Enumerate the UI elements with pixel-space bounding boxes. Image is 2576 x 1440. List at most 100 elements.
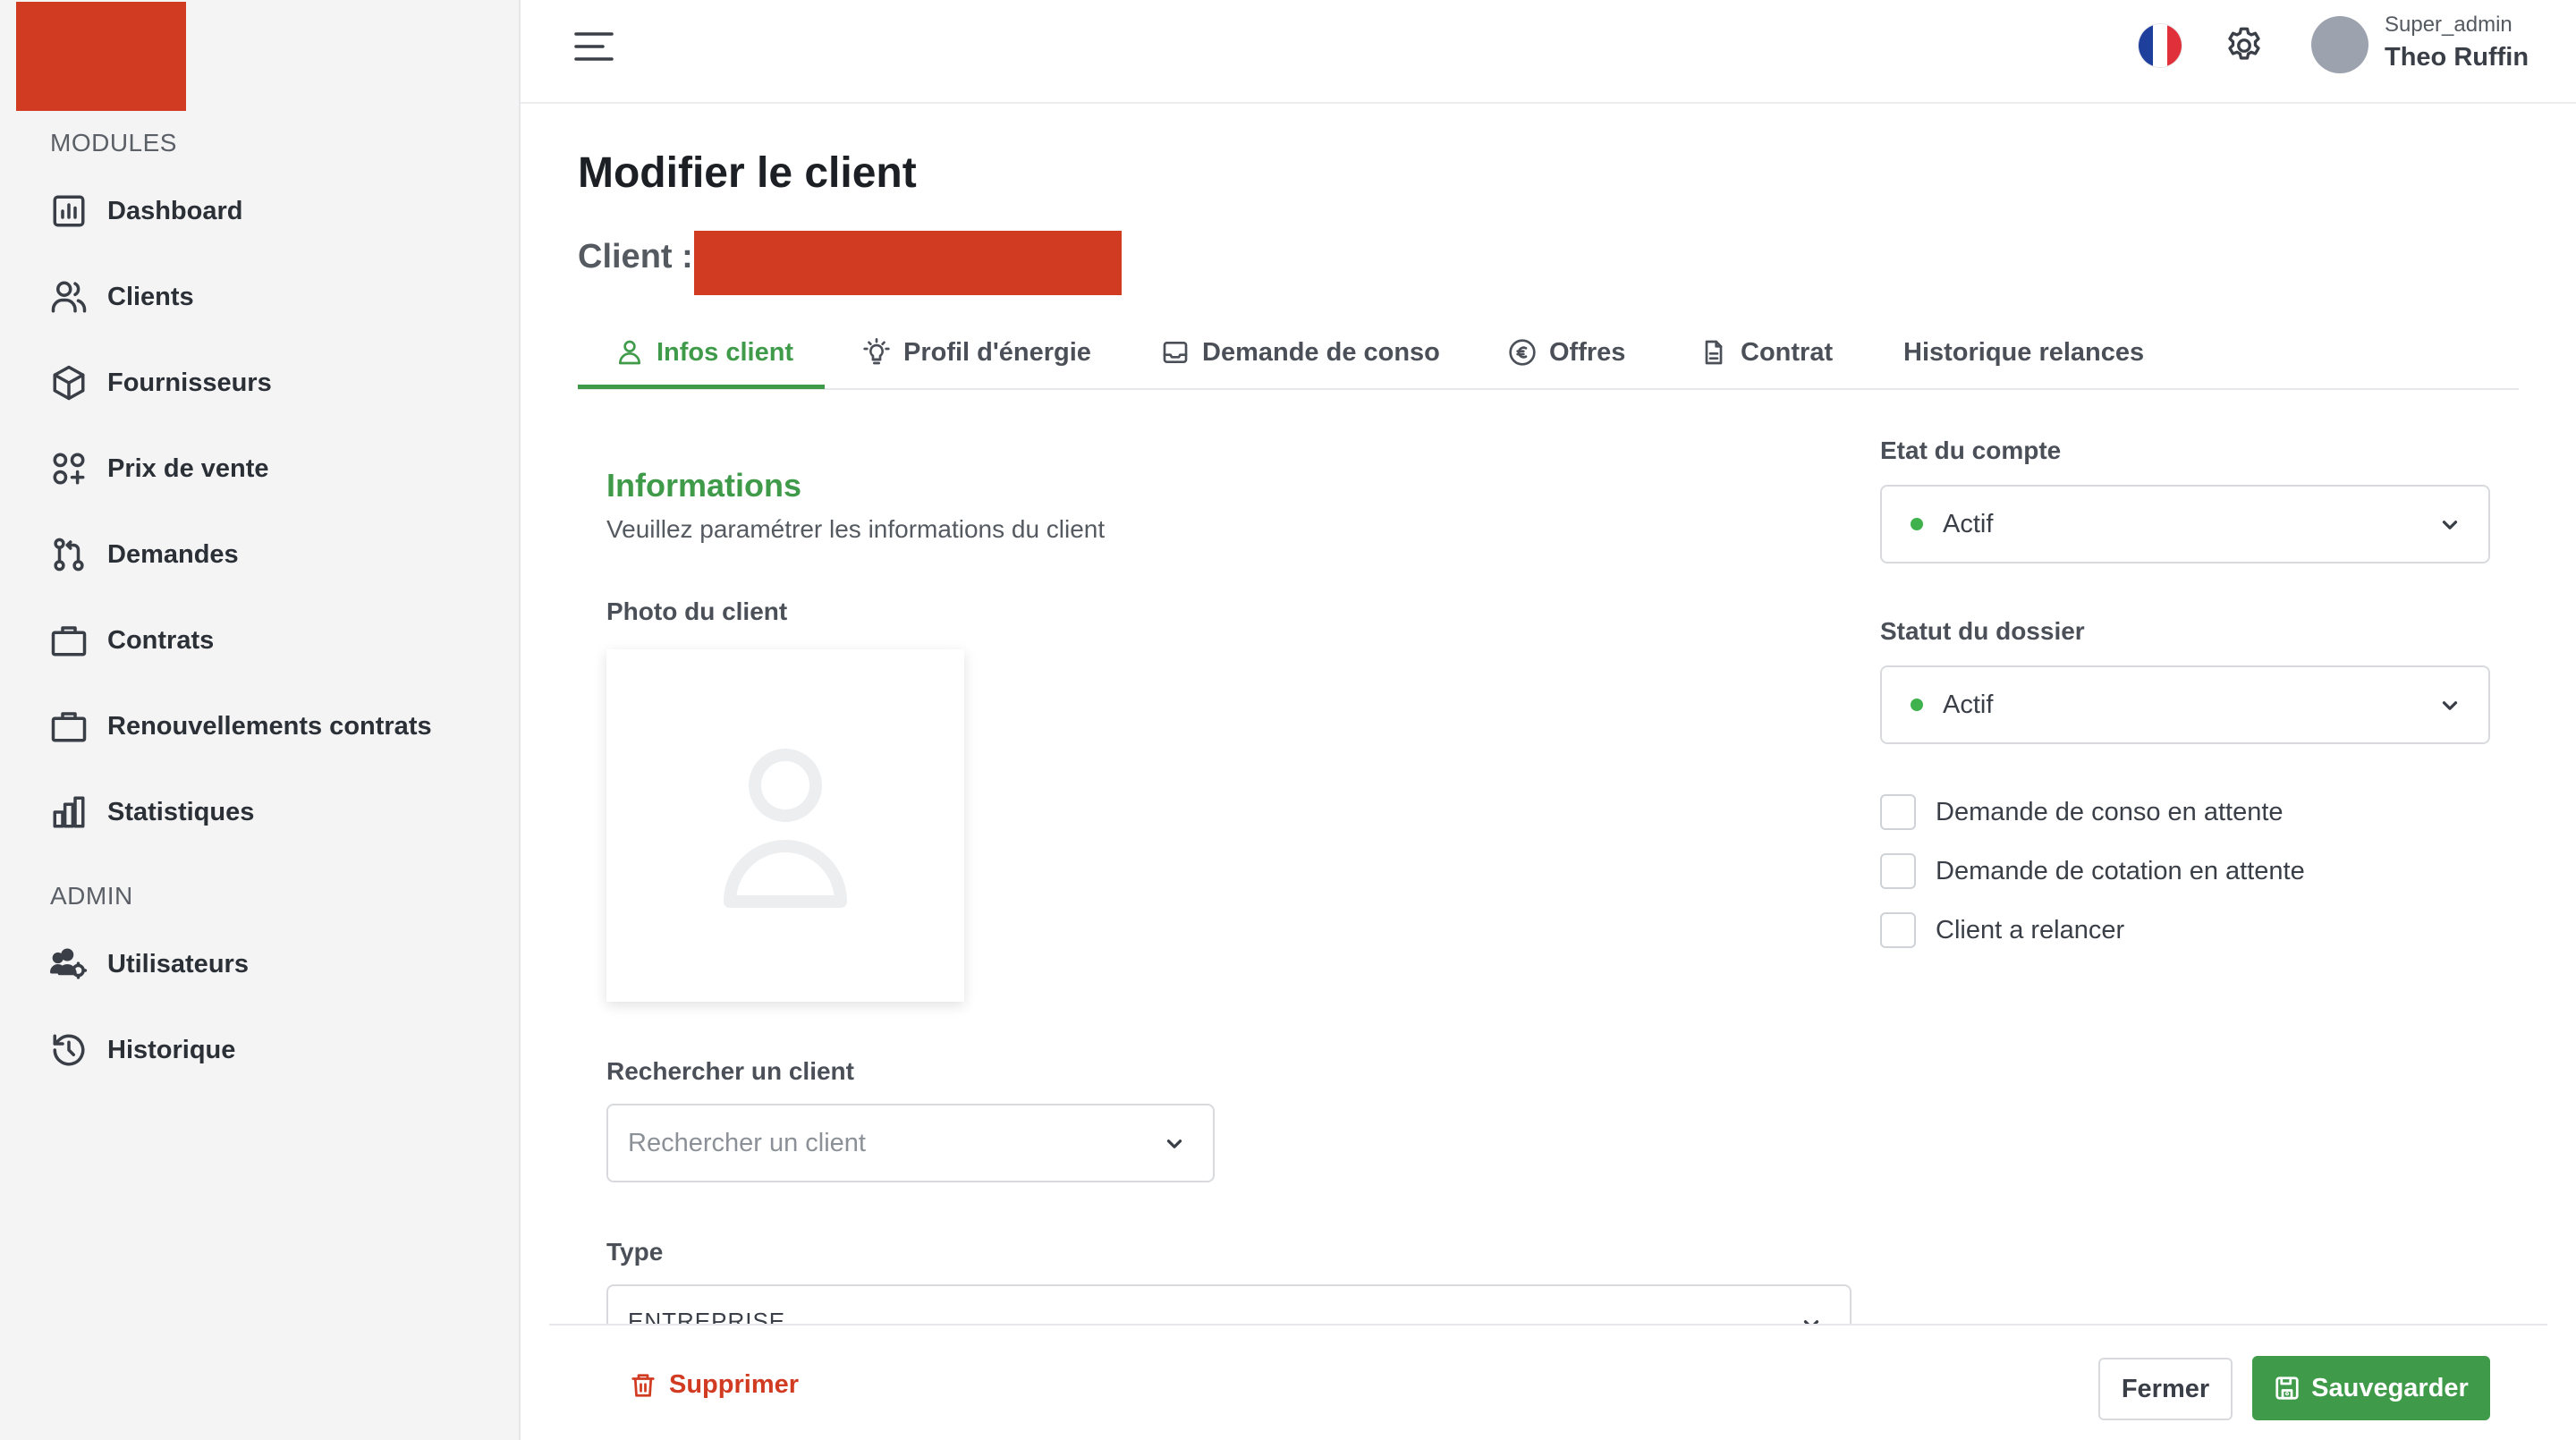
save-label: Sauvegarder bbox=[2311, 1373, 2469, 1402]
section-label-admin: ADMIN bbox=[50, 882, 133, 910]
chevron-down-icon bbox=[1166, 1139, 1182, 1148]
sidebar: MODULES Dashboard Clients Fournisseurs P… bbox=[0, 0, 521, 1440]
account-state-select[interactable]: Actif bbox=[1880, 485, 2490, 563]
grid-plus-icon bbox=[53, 453, 85, 485]
user-name[interactable]: Theo Ruffin bbox=[2385, 43, 2529, 72]
tab-historique-relances[interactable]: Historique relances bbox=[1903, 315, 2144, 390]
section-subtitle: Veuillez paramétrer les informations du … bbox=[606, 515, 1106, 543]
sidebar-item-label: Clients bbox=[107, 282, 194, 311]
tab-bar: Infos client Profil d'énergie Demande de… bbox=[578, 315, 2519, 390]
dashboard-icon bbox=[53, 195, 85, 227]
briefcase-icon bbox=[51, 712, 87, 742]
chevron-down-icon bbox=[2442, 521, 2458, 529]
user-icon bbox=[619, 340, 640, 365]
menu-icon[interactable] bbox=[572, 29, 617, 64]
file-status-value: Actif bbox=[1943, 690, 1994, 719]
sidebar-item-label: Fournisseurs bbox=[107, 368, 272, 397]
sidebar-item-label: Statistiques bbox=[107, 797, 255, 826]
tab-contrat[interactable]: Contrat bbox=[1699, 315, 1833, 390]
tab-label: Historique relances bbox=[1903, 337, 2145, 367]
tab-offres[interactable]: Offres bbox=[1508, 315, 1625, 390]
checkbox-box[interactable] bbox=[1880, 912, 1916, 948]
logo[interactable] bbox=[16, 2, 186, 111]
checkbox-box[interactable] bbox=[1880, 853, 1916, 889]
lightbulb-icon bbox=[863, 338, 890, 365]
search-client-placeholder: Rechercher un client bbox=[628, 1128, 866, 1157]
close-button[interactable]: Fermer bbox=[2098, 1358, 2233, 1420]
save-button[interactable]: Sauvegarder bbox=[2252, 1356, 2490, 1420]
checkbox-label: Demande de cotation en attente bbox=[1936, 856, 2305, 885]
tab-label: Contrat bbox=[1741, 337, 1834, 367]
sidebar-item-prix-de-vente[interactable]: Prix de vente bbox=[50, 444, 497, 494]
bar-chart-icon bbox=[53, 796, 85, 828]
delete-label: Supprimer bbox=[669, 1370, 800, 1399]
client-name-redacted bbox=[694, 231, 1122, 295]
section-label-modules: MODULES bbox=[50, 129, 177, 157]
checkbox-demande-conso-attente[interactable]: Demande de conso en attente bbox=[1880, 794, 2284, 830]
sidebar-item-label: Demandes bbox=[107, 539, 239, 569]
tab-label: Offres bbox=[1549, 337, 1626, 367]
sidebar-item-renouvellements-contrats[interactable]: Renouvellements contrats bbox=[50, 701, 497, 751]
history-icon bbox=[53, 1034, 85, 1066]
avatar[interactable] bbox=[2311, 16, 2368, 73]
checkbox-demande-cotation-attente[interactable]: Demande de cotation en attente bbox=[1880, 853, 2305, 889]
tab-label: Demande de conso bbox=[1202, 337, 1440, 367]
checkbox-label: Client a relancer bbox=[1936, 915, 2125, 944]
sidebar-item-historique[interactable]: Historique bbox=[50, 1025, 497, 1075]
sidebar-item-demandes[interactable]: Demandes bbox=[50, 529, 497, 580]
search-client-select[interactable]: Rechercher un client bbox=[606, 1104, 1215, 1182]
briefcase-icon bbox=[51, 626, 87, 656]
tab-infos-client[interactable]: Infos client bbox=[615, 315, 793, 390]
checkbox-client-a-relancer[interactable]: Client a relancer bbox=[1880, 912, 2124, 948]
sidebar-item-utilisateurs[interactable]: Utilisateurs bbox=[50, 939, 497, 989]
tab-label: Profil d'énergie bbox=[903, 337, 1091, 367]
users-icon bbox=[51, 281, 87, 313]
chevron-down-icon bbox=[2442, 701, 2458, 710]
type-label: Type bbox=[606, 1238, 664, 1266]
sidebar-item-label: Renouvellements contrats bbox=[107, 711, 432, 741]
page-title: Modifier le client bbox=[578, 149, 917, 197]
sidebar-item-statistiques[interactable]: Statistiques bbox=[50, 787, 497, 837]
client-photo-upload[interactable] bbox=[606, 649, 964, 1002]
user-placeholder-icon bbox=[724, 749, 847, 908]
photo-label: Photo du client bbox=[606, 597, 788, 625]
sidebar-item-clients[interactable]: Clients bbox=[50, 272, 497, 322]
box-icon bbox=[53, 365, 85, 401]
save-icon bbox=[2275, 1376, 2299, 1400]
sidebar-item-contrats[interactable]: Contrats bbox=[50, 615, 497, 665]
active-tab-indicator bbox=[578, 385, 825, 389]
checkbox-box[interactable] bbox=[1880, 794, 1916, 830]
tab-label: Infos client bbox=[657, 337, 794, 367]
euro-icon bbox=[1509, 339, 1536, 366]
form-footer: Supprimer Fermer Sauvegarder bbox=[549, 1324, 2547, 1440]
tab-demande-de-conso[interactable]: Demande de conso bbox=[1161, 315, 1440, 390]
document-icon bbox=[1705, 340, 1723, 365]
file-status-label: Statut du dossier bbox=[1880, 617, 2085, 645]
inbox-icon bbox=[1163, 342, 1188, 363]
search-client-label: Rechercher un client bbox=[606, 1057, 854, 1085]
france-flag-icon[interactable] bbox=[2138, 23, 2182, 68]
account-state-label: Etat du compte bbox=[1880, 436, 2062, 464]
section-title-informations: Informations bbox=[606, 467, 802, 504]
client-label: Client : bbox=[578, 238, 693, 275]
users-cog-icon bbox=[50, 948, 88, 979]
sidebar-item-label: Dashboard bbox=[107, 196, 243, 225]
sidebar-item-label: Historique bbox=[107, 1035, 236, 1064]
sidebar-item-label: Prix de vente bbox=[107, 453, 269, 483]
gear-icon[interactable] bbox=[2222, 23, 2267, 68]
sidebar-item-dashboard[interactable]: Dashboard bbox=[50, 186, 497, 236]
account-state-value: Actif bbox=[1943, 509, 1994, 538]
delete-button[interactable]: Supprimer bbox=[630, 1370, 799, 1400]
status-dot bbox=[1911, 699, 1923, 711]
checkbox-label: Demande de conso en attente bbox=[1936, 797, 2284, 826]
sidebar-item-label: Contrats bbox=[107, 625, 215, 655]
file-status-select[interactable]: Actif bbox=[1880, 665, 2490, 744]
tab-profil-energie[interactable]: Profil d'énergie bbox=[862, 315, 1091, 390]
git-pull-icon bbox=[54, 538, 84, 572]
sidebar-item-label: Utilisateurs bbox=[107, 949, 249, 978]
trash-icon bbox=[631, 1373, 655, 1397]
status-dot bbox=[1911, 518, 1923, 530]
user-role: Super_admin bbox=[2385, 13, 2512, 37]
top-bar: Super_admin Theo Ruffin bbox=[521, 0, 2576, 104]
sidebar-item-fournisseurs[interactable]: Fournisseurs bbox=[50, 358, 497, 408]
